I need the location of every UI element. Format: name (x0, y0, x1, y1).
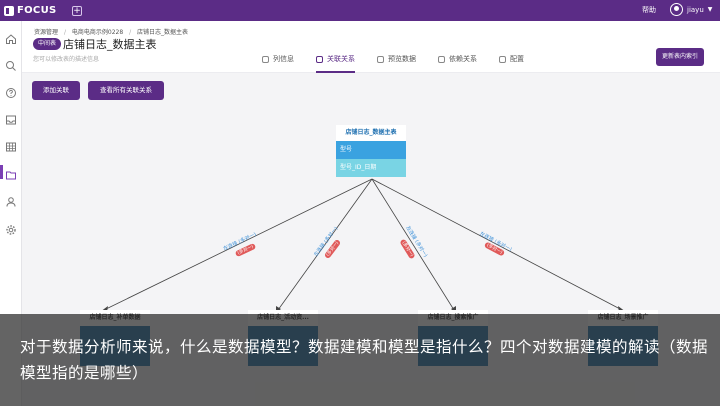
view-all-relations-button[interactable]: 查看所有关联关系 (88, 81, 164, 100)
breadcrumb-item[interactable]: 店铺日志_数据主表 (137, 29, 188, 36)
avatar (670, 3, 683, 16)
sidebar-item-tables[interactable] (5, 138, 17, 152)
tab-relations[interactable]: 关联关系 (316, 51, 355, 73)
breadcrumb-item[interactable]: 电商电商示例0228 (72, 29, 123, 36)
entity-field[interactable]: 型号 (336, 141, 406, 159)
tab-label: 列信息 (273, 55, 294, 63)
gear-icon (316, 55, 323, 63)
sidebar-active-indicator (0, 165, 3, 179)
center-entity-card[interactable]: 店铺日志_数据主表 型号 型号_ID_日期 (336, 125, 406, 177)
user-name: jiayu (687, 5, 704, 14)
sidebar-item-search[interactable] (5, 57, 17, 71)
sidebar-item-resources[interactable] (5, 166, 17, 180)
tab-preview[interactable]: 预览数据 (377, 51, 416, 67)
tab-label: 依赖关系 (449, 55, 477, 63)
sidebar-item-users[interactable] (5, 193, 17, 207)
user-menu[interactable]: jiayu ▼ (670, 3, 712, 16)
folder-icon (6, 171, 16, 180)
user-icon (6, 197, 16, 207)
entity-title: 店铺日志_数据主表 (336, 125, 406, 141)
settings-icon (499, 55, 506, 63)
grid-icon (6, 142, 16, 152)
page-header: 资源管理 / 电商电商示例0228 / 店铺日志_数据主表 中间表 店铺日志_数… (22, 21, 720, 73)
person-icon (262, 55, 269, 63)
tab-dependencies[interactable]: 依赖关系 (438, 51, 477, 67)
breadcrumb: 资源管理 / 电商电商示例0228 / 店铺日志_数据主表 (34, 27, 192, 36)
link-icon (438, 55, 445, 63)
home-icon (6, 34, 16, 44)
tab-columns[interactable]: 列信息 (262, 51, 294, 67)
caption-overlay: 对于数据分析师来说，什么是数据模型？数据建模和模型是指什么？四个对数据建模的解读… (0, 314, 720, 406)
breadcrumb-separator: / (63, 29, 66, 36)
update-index-button[interactable]: 更新表内索引 (656, 48, 705, 66)
tab-label: 关联关系 (327, 55, 355, 63)
caption-text: 对于数据分析师来说，什么是数据模型？数据建模和模型是指什么？四个对数据建模的解读… (20, 338, 709, 382)
question-icon (6, 88, 16, 98)
breadcrumb-separator: / (129, 29, 132, 36)
gear-icon (6, 225, 16, 235)
logo-text: FOCUS (17, 5, 57, 16)
entity-field[interactable]: 型号_ID_日期 (336, 159, 406, 177)
add-relation-button[interactable]: 添加关联 (32, 81, 80, 100)
search-icon (6, 61, 16, 71)
sidebar-item-help[interactable] (5, 84, 17, 98)
breadcrumb-item[interactable]: 资源管理 (34, 29, 58, 36)
tab-bar: 列信息 关联关系 预览数据 依赖关系 配置 (262, 51, 546, 73)
relation-line (371, 178, 455, 311)
tab-label: 配置 (510, 55, 524, 63)
plus-icon[interactable]: + (72, 5, 82, 16)
sidebar-item-settings[interactable] (5, 221, 17, 235)
chevron-down-icon: ▼ (707, 6, 713, 13)
focus-logo-icon (4, 5, 14, 16)
tab-label: 预览数据 (388, 55, 416, 63)
page-title: 店铺日志_数据主表 (63, 38, 157, 51)
app-logo[interactable]: FOCUS (0, 5, 60, 16)
inbox-icon (6, 115, 16, 125)
top-bar: FOCUS + 帮助 jiayu ▼ (0, 0, 720, 21)
table-description[interactable]: 您可以修改表的描述信息 (33, 54, 99, 63)
sidebar-item-home[interactable] (5, 30, 17, 44)
sidebar-item-inbox[interactable] (5, 111, 17, 125)
table-type-badge: 中间表 (33, 38, 62, 50)
table-icon (377, 55, 384, 63)
help-link[interactable]: 帮助 (642, 5, 656, 15)
tab-config[interactable]: 配置 (499, 51, 524, 67)
